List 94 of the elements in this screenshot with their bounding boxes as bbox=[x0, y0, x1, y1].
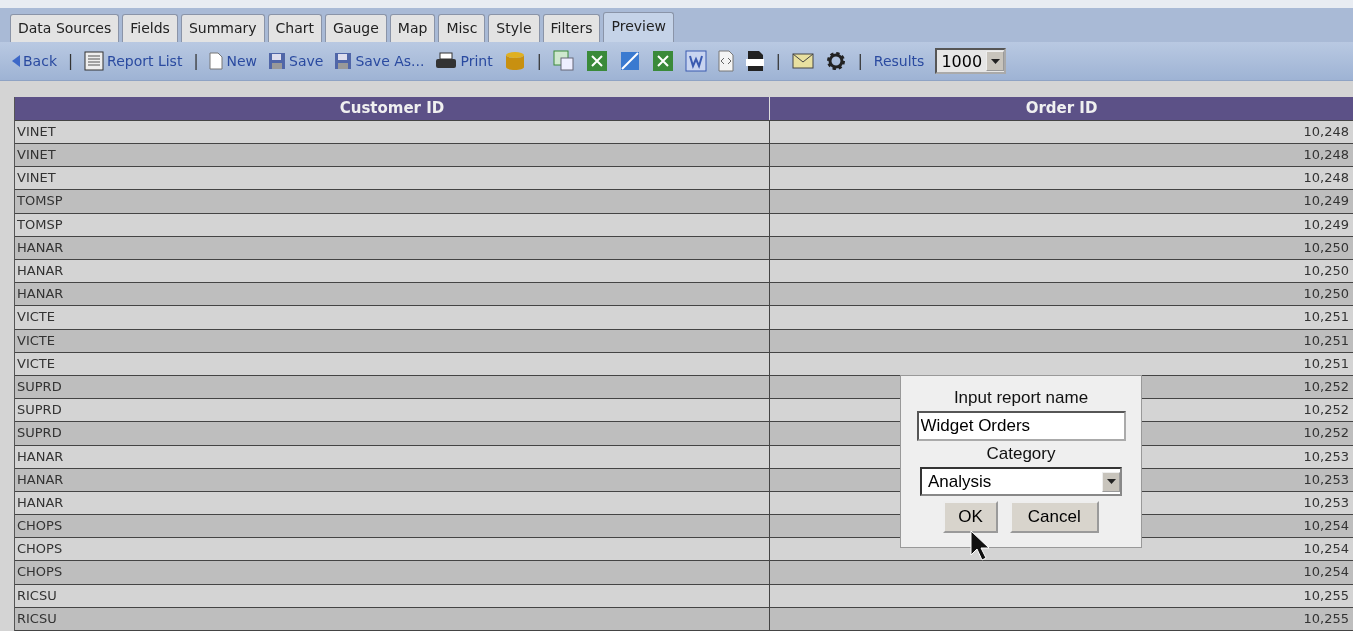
table-cell: 10,251 bbox=[1303, 309, 1349, 325]
word-document-icon bbox=[684, 50, 707, 73]
table-cell: 10,248 bbox=[1303, 123, 1349, 139]
toolbar-button[interactable]: Back bbox=[12, 53, 57, 70]
dialog-button[interactable]: Cancel bbox=[1009, 501, 1099, 533]
table-cell: 10,249 bbox=[1303, 193, 1349, 209]
dialog-button[interactable]: OK bbox=[943, 501, 998, 533]
tab[interactable]: Preview bbox=[603, 12, 674, 42]
back-arrow-icon bbox=[12, 55, 20, 68]
spreadsheet-icon bbox=[585, 50, 608, 73]
dropdown-arrow-icon bbox=[1106, 479, 1116, 484]
table-cell: TOMSP bbox=[17, 193, 63, 209]
document-icon bbox=[744, 50, 765, 73]
table-cell: 10,253 bbox=[1303, 448, 1349, 464]
table-cell: 10,254 bbox=[1303, 564, 1349, 580]
table-cell: 10,250 bbox=[1303, 263, 1349, 278]
table-cell: VICTE bbox=[17, 332, 55, 348]
dialog-label: Input report name bbox=[953, 388, 1089, 408]
table-cell: 10,248 bbox=[1303, 147, 1349, 163]
table-cell: HANAR bbox=[17, 239, 64, 255]
table-cell: 10,253 bbox=[1303, 471, 1349, 487]
list-icon bbox=[84, 51, 105, 72]
separator: | bbox=[775, 52, 781, 71]
printer-icon bbox=[435, 52, 458, 71]
tab[interactable]: Misc bbox=[438, 14, 486, 42]
table-cell: 10,252 bbox=[1303, 402, 1349, 418]
settings-icon bbox=[824, 50, 847, 73]
table-cell: SUPRD bbox=[17, 402, 62, 418]
database-icon bbox=[503, 50, 526, 73]
toolbar-icon-button[interactable] bbox=[744, 50, 765, 73]
document-icon bbox=[209, 52, 224, 71]
table-cell: 10,254 bbox=[1303, 541, 1349, 557]
table-cell: 10,252 bbox=[1303, 378, 1349, 394]
tab[interactable]: Gauge bbox=[325, 14, 387, 42]
table-cell: HANAR bbox=[17, 263, 64, 278]
table-cell: CHOPS bbox=[17, 518, 63, 534]
table-cell: VICTE bbox=[17, 309, 55, 325]
toolbar-button[interactable]: Print bbox=[435, 52, 493, 71]
toolbar-button[interactable]: Save bbox=[268, 52, 324, 71]
tab[interactable]: Summary bbox=[180, 14, 265, 42]
separator: | bbox=[536, 52, 542, 71]
table-cell: 10,251 bbox=[1303, 355, 1349, 371]
table-cell: 10,249 bbox=[1303, 216, 1349, 232]
chart-icon bbox=[618, 50, 641, 73]
results-select[interactable]: 1000 bbox=[935, 48, 1007, 75]
table-cell: VICTE bbox=[17, 355, 55, 371]
table-cell: SUPRD bbox=[17, 425, 62, 441]
spreadsheet-icon bbox=[651, 50, 674, 73]
mouse-pointer-icon bbox=[970, 530, 990, 562]
table-cell: CHOPS bbox=[17, 541, 63, 557]
tab[interactable]: Map bbox=[389, 14, 436, 42]
tab[interactable]: Filters bbox=[542, 14, 601, 42]
table-cell: VINET bbox=[17, 170, 56, 186]
table-cell: VINET bbox=[17, 123, 56, 139]
table-cell: RICSU bbox=[17, 587, 57, 603]
table-cell: 10,248 bbox=[1303, 170, 1349, 186]
envelope-icon bbox=[791, 53, 814, 70]
column-header: Order ID bbox=[1024, 97, 1099, 119]
table-cell: 10,254 bbox=[1303, 518, 1349, 534]
table-cell: 10,250 bbox=[1303, 239, 1349, 255]
spreadsheet-icon bbox=[552, 50, 575, 73]
separator: | bbox=[68, 52, 74, 71]
table-cell: HANAR bbox=[17, 471, 64, 487]
table-cell: 10,250 bbox=[1303, 286, 1349, 302]
tab[interactable]: Style bbox=[488, 14, 540, 42]
toolbar-icon-button[interactable] bbox=[824, 50, 847, 73]
category-select[interactable]: Analysis bbox=[920, 467, 1122, 496]
table-cell: HANAR bbox=[17, 286, 64, 302]
table-cell: CHOPS bbox=[17, 564, 63, 580]
toolbar-button[interactable]: Report List bbox=[84, 51, 183, 72]
table-cell: HANAR bbox=[17, 448, 64, 464]
table-cell: 10,251 bbox=[1303, 332, 1349, 348]
report-name-field[interactable]: Widget Orders bbox=[916, 411, 1126, 441]
tab[interactable]: Chart bbox=[267, 14, 322, 42]
table-cell: 10,255 bbox=[1303, 610, 1349, 626]
table-cell: 10,253 bbox=[1303, 494, 1349, 510]
dropdown-arrow-icon bbox=[990, 58, 1000, 64]
table-cell: 10,255 bbox=[1303, 587, 1349, 603]
toolbar-button[interactable]: New bbox=[209, 52, 257, 71]
results-label: Results bbox=[873, 53, 925, 70]
tab[interactable]: Fields bbox=[122, 14, 178, 42]
table-cell: HANAR bbox=[17, 494, 64, 510]
separator: | bbox=[193, 52, 199, 71]
table-cell: RICSU bbox=[17, 610, 57, 626]
table-cell: TOMSP bbox=[17, 216, 63, 232]
column-header: Customer ID bbox=[15, 96, 770, 120]
toolbar-button[interactable]: Save As... bbox=[334, 52, 425, 71]
table-cell: SUPRD bbox=[17, 378, 62, 394]
tab[interactable]: Data Sources bbox=[10, 14, 120, 42]
code-document-icon bbox=[717, 50, 734, 73]
dialog-label: Category bbox=[986, 444, 1056, 464]
separator: | bbox=[857, 52, 863, 71]
table-cell: 10,252 bbox=[1303, 425, 1349, 441]
table-cell: VINET bbox=[17, 147, 56, 163]
